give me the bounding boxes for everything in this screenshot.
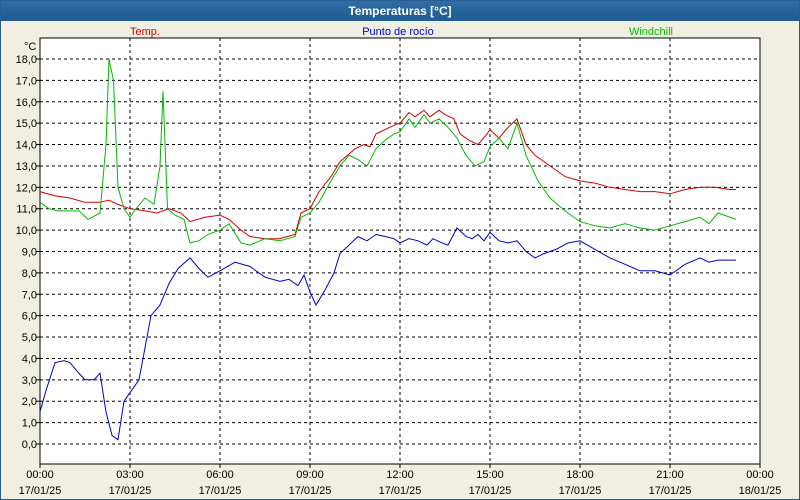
y-tick-label: 13,0 [16, 161, 37, 173]
temperature-chart: 0,0 1,0 2,0 3,0 4,0 5,0 6,0 7,0 8,0 9,0 10,0 11,0 12… [16, 26, 782, 497]
x-tick-time-label: 12:00 [386, 469, 414, 481]
x-tick-date-label: 17/01/25 [379, 485, 422, 497]
y-tick-label: 8,0 [22, 268, 37, 280]
x-tick-date-label: 17/01/25 [199, 485, 242, 497]
y-tick-label: 4,0 [22, 353, 37, 365]
y-axis-ticks: 0,0 1,0 2,0 3,0 4,0 5,0 6,0 7,0 8,0 9,0 10,0 11,0 12… [16, 54, 40, 451]
legend: Temp. Punto de rocío Windchill [130, 26, 673, 38]
y-tick-label: 14,0 [16, 140, 37, 152]
x-tick-date-label: 17/01/25 [469, 485, 512, 497]
y-tick-label: 9,0 [22, 247, 37, 259]
legend-item-1: Punto de rocío [362, 26, 434, 38]
y-axis-unit-label: °C [24, 41, 36, 53]
y-tick-label: 18,0 [16, 54, 37, 66]
y-tick-label: 15,0 [16, 118, 37, 130]
y-tick-label: 11,0 [16, 204, 37, 216]
x-tick-date-label: 17/01/25 [649, 485, 692, 497]
x-tick-date-label: 17/01/25 [109, 485, 152, 497]
x-tick-date-label: 17/01/25 [289, 485, 332, 497]
x-tick-time-label: 06:00 [206, 469, 234, 481]
y-tick-label: 17,0 [16, 75, 37, 87]
y-tick-label: 1,0 [22, 418, 37, 430]
x-tick-time-label: 03:00 [116, 469, 144, 481]
x-tick-time-label: 09:00 [296, 469, 324, 481]
legend-item-2: Windchill [629, 26, 673, 38]
y-tick-label: 12,0 [16, 182, 37, 194]
x-tick-date-label: 17/01/25 [19, 485, 62, 497]
y-tick-label: 10,0 [16, 225, 37, 237]
y-tick-label: 7,0 [22, 289, 37, 301]
x-tick-time-label: 18:00 [566, 469, 594, 481]
y-tick-label: 6,0 [22, 311, 37, 323]
x-axis-ticks: 00:00 17/01/25 03:00 17/01/25 06:00 17/01/25 0… [19, 464, 782, 497]
y-tick-label: 2,0 [22, 396, 37, 408]
x-tick-time-label: 15:00 [476, 469, 504, 481]
x-tick-time-label: 00:00 [746, 469, 774, 481]
x-tick-date-label: 18/01/25 [739, 485, 782, 497]
x-tick-date-label: 17/01/25 [559, 485, 602, 497]
y-tick-label: 0,0 [22, 439, 37, 451]
x-tick-time-label: 00:00 [26, 469, 54, 481]
y-tick-label: 3,0 [22, 375, 37, 387]
x-tick-time-label: 21:00 [656, 469, 684, 481]
legend-item-0: Temp. [130, 26, 160, 38]
y-tick-label: 5,0 [22, 332, 37, 344]
y-tick-label: 16,0 [16, 97, 37, 109]
